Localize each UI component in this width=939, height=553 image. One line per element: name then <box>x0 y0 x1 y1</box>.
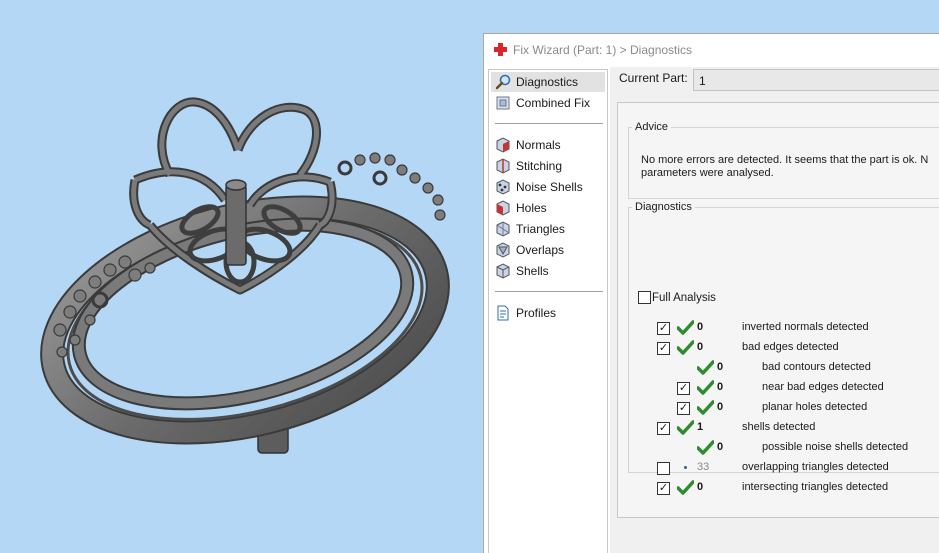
sidebar-separator <box>495 291 603 292</box>
sidebar-separator <box>495 123 603 124</box>
diagnostic-row: 33 overlapping triangles detected <box>618 459 939 479</box>
document-icon <box>497 305 509 321</box>
normals-icon <box>496 137 510 153</box>
diagnostic-label: bad contours detected <box>762 361 871 373</box>
diagnostic-count: 1 <box>697 421 704 433</box>
diagnostic-label: possible noise shells detected <box>762 441 909 453</box>
diagnostic-checkbox[interactable]: ✓ <box>657 422 670 435</box>
green-check-icon <box>677 340 694 355</box>
advice-text: No more errors are detected. It seems th… <box>641 154 929 179</box>
sidebar-item-noise-shells[interactable]: Noise Shells <box>491 177 605 197</box>
sidebar-item-overlaps[interactable]: Overlaps <box>491 240 605 260</box>
triangles-icon <box>496 221 510 237</box>
diagnostics-legend: Diagnostics <box>635 201 692 213</box>
diagnostic-label: near bad edges detected <box>762 381 884 393</box>
red-cross-icon <box>494 43 507 56</box>
sidebar-item-label: Holes <box>516 201 547 215</box>
diagnostic-count: 0 <box>697 481 704 493</box>
sidebar-item-label: Combined Fix <box>516 96 591 110</box>
diagnostic-count: 0 <box>697 341 704 353</box>
diagnostic-row: 0 possible noise shells detected <box>618 439 939 459</box>
sidebar-item-label: Shells <box>516 264 549 278</box>
current-part-field[interactable]: 1 <box>693 69 939 91</box>
window-title: Fix Wizard (Part: 1) > Diagnostics <box>513 43 693 57</box>
fix-wizard-window: Fix Wizard (Part: 1) > Diagnostics Diagn… <box>483 33 939 553</box>
full-analysis-checkbox[interactable] <box>638 291 651 304</box>
diagnostic-row: ✓ 0 bad edges detected <box>618 339 939 359</box>
diagnostic-checkbox[interactable]: ✓ <box>657 322 670 335</box>
diagnostic-count: 0 <box>697 321 704 333</box>
diagnostic-checkbox[interactable]: ✓ <box>657 482 670 495</box>
sidebar-item-triangles[interactable]: Triangles <box>491 219 605 239</box>
diagnostic-label: planar holes detected <box>762 401 868 413</box>
diagnostic-label: shells detected <box>742 421 816 433</box>
sidebar-item-combined-fix[interactable]: Combined Fix <box>491 93 605 113</box>
green-check-icon <box>697 380 714 395</box>
full-analysis-label: Full Analysis <box>652 292 716 304</box>
sidebar-item-diagnostics[interactable]: Diagnostics <box>491 72 605 92</box>
holes-icon <box>496 200 510 216</box>
diagnostic-count: 0 <box>717 381 724 393</box>
sidebar-item-normals[interactable]: Normals <box>491 135 605 155</box>
diagnostic-checkbox[interactable]: ✓ <box>677 402 690 415</box>
diagnostics-panel: Advice No more errors are detected. It s… <box>617 102 939 518</box>
shells-icon <box>496 263 510 279</box>
green-check-icon <box>677 480 694 495</box>
green-check-icon <box>697 360 714 375</box>
green-check-icon <box>697 440 714 455</box>
diagnostic-checkbox[interactable]: ✓ <box>657 342 670 355</box>
cubes-icon <box>496 96 510 110</box>
green-check-icon <box>677 420 694 435</box>
title-bar[interactable]: Fix Wizard (Part: 1) > Diagnostics <box>484 34 939 66</box>
diagnostic-label: intersecting triangles detected <box>742 481 889 493</box>
diagnostic-label: inverted normals detected <box>742 321 869 333</box>
diagnostic-row: ✓ 0 near bad edges detected <box>618 379 939 399</box>
sidebar-item-shells[interactable]: Shells <box>491 261 605 281</box>
advice-legend: Advice <box>635 121 669 133</box>
info-bullet-icon <box>684 466 687 469</box>
diagnostic-count: 0 <box>717 361 724 373</box>
sidebar-item-profiles[interactable]: Profiles <box>491 303 605 323</box>
sidebar-item-label: Profiles <box>516 306 557 320</box>
sidebar-item-stitching[interactable]: Stitching <box>491 156 605 176</box>
wizard-sidebar: Diagnostics Combined Fix Normals Stitchi… <box>488 69 608 553</box>
sidebar-item-holes[interactable]: Holes <box>491 198 605 218</box>
diagnostic-count: 0 <box>717 441 724 453</box>
sidebar-item-label: Normals <box>516 138 561 152</box>
sidebar-item-label: Stitching <box>516 159 563 173</box>
green-check-icon <box>697 400 714 415</box>
advice-group: Advice No more errors are detected. It s… <box>628 121 939 199</box>
green-check-icon <box>677 320 694 335</box>
diagnostic-row: ✓ 0 inverted normals detected <box>618 319 939 339</box>
ring-model[interactable] <box>0 0 484 553</box>
diagnostic-row: ✓ 1 shells detected <box>618 419 939 439</box>
magnifier-icon <box>495 74 511 90</box>
3d-viewport[interactable] <box>0 0 484 553</box>
current-part-label: Current Part: <box>619 71 688 85</box>
stitching-icon <box>496 158 510 174</box>
diagnostic-count: 33 <box>697 461 710 473</box>
diagnostic-checkbox[interactable]: ✓ <box>677 382 690 395</box>
diagnostic-row: ✓ 0 planar holes detected <box>618 399 939 419</box>
noise-shells-icon <box>496 179 510 195</box>
overlaps-icon <box>496 242 510 258</box>
sidebar-item-label: Overlaps <box>516 243 565 257</box>
diagnostic-row: ✓ 0 intersecting triangles detected <box>618 479 939 499</box>
main-content: Current Part: 1 Advice No more errors ar… <box>610 67 939 553</box>
diagnostic-count: 0 <box>717 401 724 413</box>
diagnostic-checkbox[interactable] <box>657 462 670 475</box>
sidebar-item-label: Noise Shells <box>516 180 583 194</box>
sidebar-item-label: Diagnostics <box>516 75 579 89</box>
diagnostic-label: bad edges detected <box>742 341 839 353</box>
diagnostic-row: 0 bad contours detected <box>618 359 939 379</box>
sidebar-item-label: Triangles <box>516 222 565 236</box>
diagnostic-label: overlapping triangles detected <box>742 461 889 473</box>
